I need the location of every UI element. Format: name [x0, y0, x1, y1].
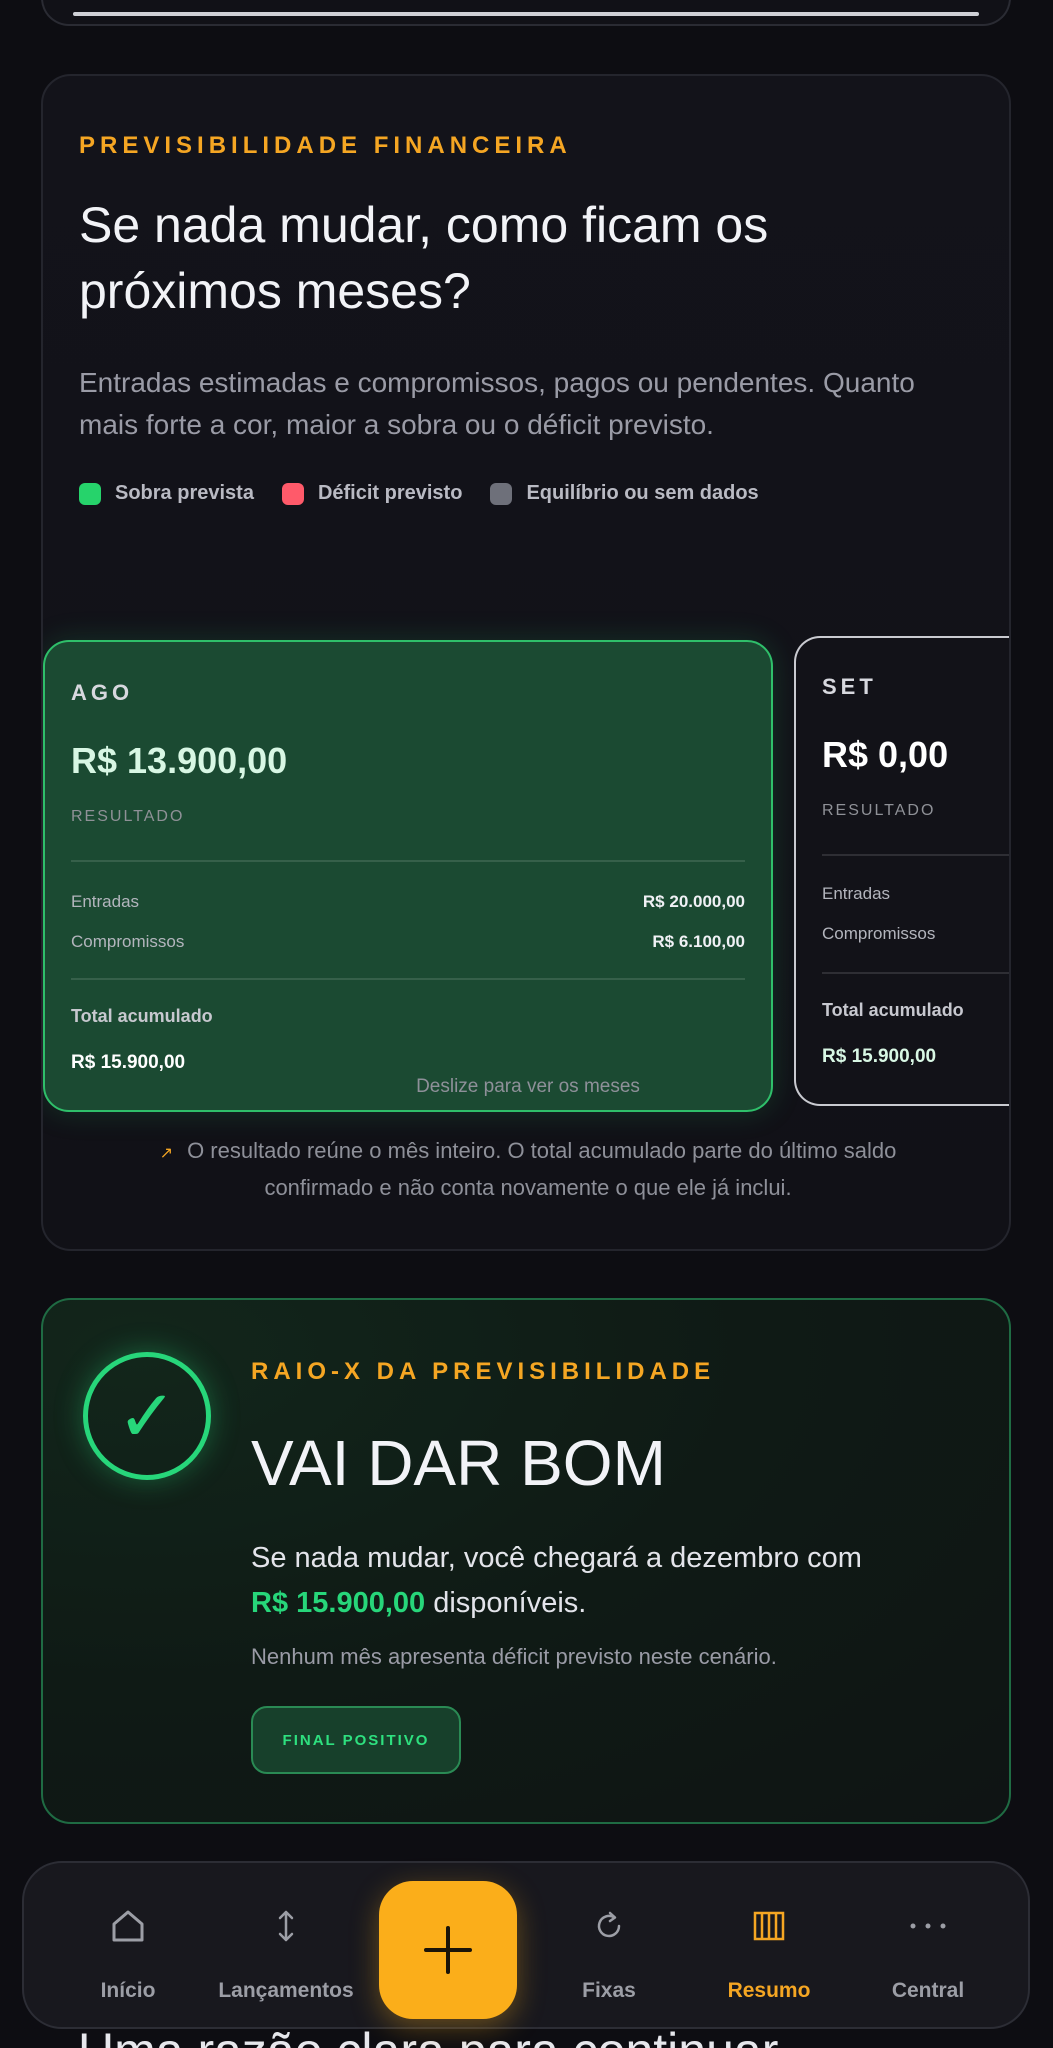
income-label: Entradas	[822, 884, 891, 903]
raiox-eyebrow: RAIO-X DA PREVISIBILIDADE	[251, 1358, 716, 1385]
forecast-title: Se nada mudar, como ficam os próximos me…	[79, 197, 769, 319]
income-row: Entradas	[822, 884, 1009, 904]
arrows-updown-icon	[206, 1903, 366, 1949]
raiox-card: ✓ RAIO-X DA PREVISIBILIDADE VAI DAR BOM …	[41, 1298, 1011, 1824]
previous-card	[41, 0, 1011, 26]
add-button[interactable]	[379, 1881, 517, 2019]
legend-label: Equilíbrio ou sem dados	[526, 482, 759, 504]
total-value: R$ 15.900,00	[71, 1052, 186, 1073]
trend-arrow-icon: ↗	[159, 1145, 174, 1162]
nav-item-inicio[interactable]: Início	[48, 1863, 208, 2031]
balance-swatch-icon	[490, 482, 513, 505]
total-label: Total acumulado	[822, 1000, 964, 1020]
commitments-label: Compromissos	[71, 932, 185, 951]
positive-end-badge: FINAL POSITIVO	[251, 1706, 461, 1774]
nav-item-fixas[interactable]: Fixas	[529, 1863, 689, 2031]
commitments-row: Compromissos	[822, 924, 1009, 944]
columns-icon	[689, 1903, 849, 1949]
nav-item-central[interactable]: Central	[848, 1863, 1008, 2031]
forecast-card: PREVISIBILIDADE FINANCEIRA Se nada mudar…	[41, 74, 1011, 1251]
forecast-legend: Sobra prevista Déficit previsto Equilíbr…	[79, 482, 759, 505]
divider	[71, 978, 745, 980]
divider	[822, 972, 1009, 974]
raiox-amount: R$ 15.900,00	[251, 1587, 426, 1619]
raiox-subtitle: Nenhum mês apresenta déficit previsto ne…	[251, 1644, 777, 1669]
home-icon	[48, 1903, 208, 1949]
surplus-swatch-icon	[79, 482, 101, 505]
raiox-text-before: Se nada mudar, você chegará a dezembro c…	[251, 1542, 862, 1574]
nav-item-resumo[interactable]: Resumo	[689, 1863, 849, 2031]
month-name: SET	[822, 674, 877, 699]
income-label: Entradas	[71, 892, 140, 911]
page: PREVISIBILIDADE FINANCEIRA Se nada mudar…	[0, 0, 1053, 2048]
raiox-text: Se nada mudar, você chegará a dezembro c…	[251, 1536, 971, 1626]
commitments-row: Compromissos R$ 6.100,00	[71, 932, 745, 952]
month-card-ago[interactable]: AGO R$ 13.900,00 RESULTADO Entradas R$ 2…	[43, 640, 773, 1112]
nav-label: Fixas	[582, 1979, 636, 2002]
month-card-set[interactable]: SET R$ 0,00 RESULTADO Entradas Compromis…	[794, 636, 1009, 1106]
deficit-swatch-icon	[281, 482, 304, 505]
forecast-note: ↗ O resultado reúne o mês inteiro. O tota…	[133, 1134, 923, 1205]
legend-item-surplus: Sobra prevista	[79, 482, 254, 505]
month-result: R$ 0,00	[822, 734, 949, 775]
nav-label: Central	[891, 1979, 965, 2002]
month-result-label: RESULTADO	[822, 802, 936, 819]
month-name: AGO	[71, 680, 134, 705]
nav-label: Resumo	[727, 1979, 811, 2002]
month-result: R$ 13.900,00	[71, 740, 288, 781]
divider	[71, 860, 745, 862]
commitments-value: R$ 6.100,00	[652, 932, 745, 951]
note-text: O resultado reúne o mês inteiro. O total…	[187, 1138, 897, 1200]
months-carousel[interactable]: AGO R$ 13.900,00 RESULTADO Entradas R$ 2…	[43, 566, 1009, 1112]
commitments-label: Compromissos	[822, 924, 936, 943]
forecast-description: Entradas estimadas e compromissos, pagos…	[79, 367, 915, 440]
legend-label: Sobra prevista	[115, 482, 254, 504]
income-row: Entradas R$ 20.000,00	[71, 892, 745, 912]
nav-label: Início	[100, 1979, 156, 2002]
check-icon: ✓	[83, 1352, 211, 1480]
swipe-hint: Deslize para ver os meses	[416, 1076, 640, 1097]
plus-icon	[424, 1926, 472, 1974]
total-value: R$ 15.900,00	[822, 1046, 937, 1067]
legend-label: Déficit previsto	[317, 482, 463, 504]
bottom-nav: Início Lançamentos Fixas Resumo Central	[22, 1861, 1030, 2029]
more-icon	[848, 1903, 1008, 1949]
nav-label: Lançamentos	[218, 1979, 354, 2002]
month-result-label: RESULTADO	[71, 808, 185, 825]
legend-item-deficit: Déficit previsto	[281, 482, 463, 505]
refresh-icon	[529, 1903, 689, 1949]
divider	[822, 854, 1009, 856]
legend-item-balance: Equilíbrio ou sem dados	[490, 482, 759, 505]
raiox-text-after: disponíveis.	[433, 1587, 587, 1619]
income-value: R$ 20.000,00	[642, 892, 745, 911]
nav-item-lancamentos[interactable]: Lançamentos	[206, 1863, 366, 2031]
forecast-eyebrow: PREVISIBILIDADE FINANCEIRA	[79, 132, 572, 159]
raiox-title: VAI DAR BOM	[251, 1427, 666, 1499]
total-label: Total acumulado	[71, 1006, 213, 1026]
